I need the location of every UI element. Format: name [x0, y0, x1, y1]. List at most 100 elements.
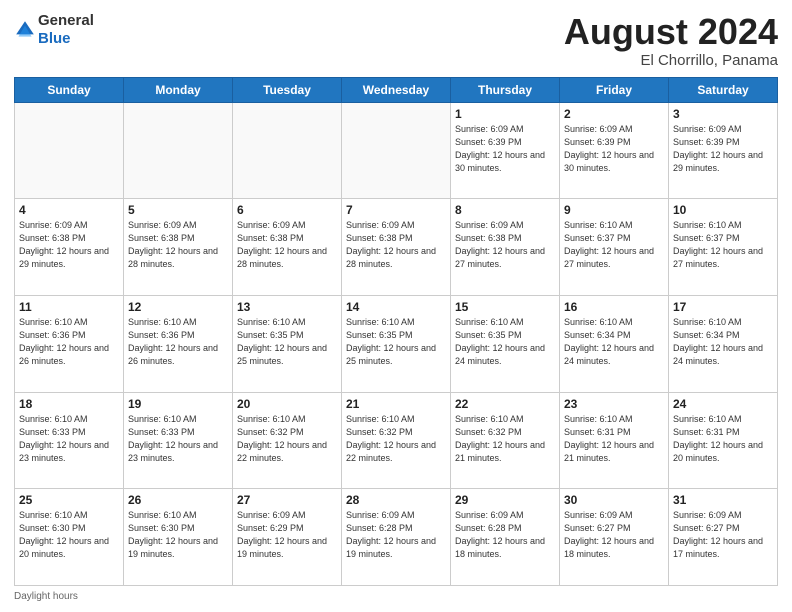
logo-general-text: General [38, 12, 94, 29]
day-info: Sunrise: 6:10 AMSunset: 6:34 PMDaylight:… [673, 316, 773, 368]
day-number: 5 [128, 203, 228, 217]
table-row: 24Sunrise: 6:10 AMSunset: 6:31 PMDayligh… [669, 392, 778, 489]
day-info: Sunrise: 6:10 AMSunset: 6:31 PMDaylight:… [673, 413, 773, 465]
col-saturday: Saturday [669, 77, 778, 102]
day-number: 30 [564, 493, 664, 507]
table-row: 3 Sunrise: 6:09 AMSunset: 6:39 PMDaylight… [669, 102, 778, 199]
table-row: 22 Sunrise: 6:10 AMSunset: 6:32 PMDayligh… [451, 392, 560, 489]
day-number: 19 [128, 397, 228, 411]
day-info: Sunrise: 6:10 AMSunset: 6:37 PMDaylight:… [564, 219, 664, 271]
table-row: 12 Sunrise: 6:10 AMSunset: 6:36 PMDayligh… [124, 295, 233, 392]
day-info: Sunrise: 6:09 AMSunset: 6:39 PMDaylight:… [673, 123, 773, 175]
col-friday: Friday [560, 77, 669, 102]
table-row: 15 Sunrise: 6:10 AMSunset: 6:35 PMDayligh… [451, 295, 560, 392]
col-monday: Monday [124, 77, 233, 102]
table-row: 11 Sunrise: 6:10 AMSunset: 6:36 PMDayligh… [15, 295, 124, 392]
title-block: August 2024 El Chorrillo, Panama [564, 12, 778, 69]
calendar-week-2: 11 Sunrise: 6:10 AMSunset: 6:36 PMDayligh… [15, 295, 778, 392]
table-row: 29 Sunrise: 6:09 AMSunset: 6:28 PMDayligh… [451, 489, 560, 586]
table-row: 28 Sunrise: 6:09 AMSunset: 6:28 PMDayligh… [342, 489, 451, 586]
day-number: 8 [455, 203, 555, 217]
day-info: Sunrise: 6:10 AMSunset: 6:34 PMDaylight:… [564, 316, 664, 368]
table-row [15, 102, 124, 199]
day-number: 31 [673, 493, 773, 507]
day-info: Sunrise: 6:09 AMSunset: 6:38 PMDaylight:… [19, 219, 119, 271]
col-sunday: Sunday [15, 77, 124, 102]
table-row: 9 Sunrise: 6:10 AMSunset: 6:37 PMDaylight… [560, 199, 669, 296]
day-info: Sunrise: 6:09 AMSunset: 6:28 PMDaylight:… [346, 509, 446, 561]
table-row: 30 Sunrise: 6:09 AMSunset: 6:27 PMDayligh… [560, 489, 669, 586]
table-row: 7Sunrise: 6:09 AMSunset: 6:38 PMDaylight… [342, 199, 451, 296]
day-number: 20 [237, 397, 337, 411]
day-number: 11 [19, 300, 119, 314]
day-info: Sunrise: 6:10 AMSunset: 6:36 PMDaylight:… [128, 316, 228, 368]
calendar-week-4: 25 Sunrise: 6:10 AMSunset: 6:30 PMDayligh… [15, 489, 778, 586]
header: General Blue August 2024 El Chorrillo, P… [14, 12, 778, 69]
table-row: 19 Sunrise: 6:10 AMSunset: 6:33 PMDayligh… [124, 392, 233, 489]
title-location: El Chorrillo, Panama [564, 52, 778, 69]
table-row: 31 Sunrise: 6:09 AMSunset: 6:27 PMDayligh… [669, 489, 778, 586]
day-number: 16 [564, 300, 664, 314]
table-row: 17 Sunrise: 6:10 AMSunset: 6:34 PMDayligh… [669, 295, 778, 392]
day-number: 7 [346, 203, 446, 217]
day-number: 14 [346, 300, 446, 314]
day-info: Sunrise: 6:10 AMSunset: 6:32 PMDaylight:… [237, 413, 337, 465]
day-info: Sunrise: 6:09 AMSunset: 6:28 PMDaylight:… [455, 509, 555, 561]
day-number: 17 [673, 300, 773, 314]
day-info: Sunrise: 6:09 AMSunset: 6:27 PMDaylight:… [564, 509, 664, 561]
day-info: Sunrise: 6:09 AMSunset: 6:38 PMDaylight:… [237, 219, 337, 271]
day-info: Sunrise: 6:09 AMSunset: 6:29 PMDaylight:… [237, 509, 337, 561]
day-number: 26 [128, 493, 228, 507]
day-info: Sunrise: 6:09 AMSunset: 6:38 PMDaylight:… [455, 219, 555, 271]
calendar-week-3: 18 Sunrise: 6:10 AMSunset: 6:33 PMDayligh… [15, 392, 778, 489]
day-number: 29 [455, 493, 555, 507]
table-row: 18 Sunrise: 6:10 AMSunset: 6:33 PMDayligh… [15, 392, 124, 489]
day-number: 3 [673, 107, 773, 121]
calendar-week-1: 4 Sunrise: 6:09 AMSunset: 6:38 PMDaylight… [15, 199, 778, 296]
day-number: 4 [19, 203, 119, 217]
day-number: 15 [455, 300, 555, 314]
table-row: 25Sunrise: 6:10 AMSunset: 6:30 PMDayligh… [15, 489, 124, 586]
calendar-header-row: Sunday Monday Tuesday Wednesday Thursday… [15, 77, 778, 102]
page: General Blue August 2024 El Chorrillo, P… [0, 0, 792, 612]
day-number: 28 [346, 493, 446, 507]
table-row: 21Sunrise: 6:10 AMSunset: 6:32 PMDayligh… [342, 392, 451, 489]
day-info: Sunrise: 6:10 AMSunset: 6:33 PMDaylight:… [128, 413, 228, 465]
table-row: 2Sunrise: 6:09 AMSunset: 6:39 PMDaylight… [560, 102, 669, 199]
table-row: 5 Sunrise: 6:09 AMSunset: 6:38 PMDaylight… [124, 199, 233, 296]
day-number: 12 [128, 300, 228, 314]
day-number: 13 [237, 300, 337, 314]
col-wednesday: Wednesday [342, 77, 451, 102]
table-row: 14Sunrise: 6:10 AMSunset: 6:35 PMDayligh… [342, 295, 451, 392]
table-row [233, 102, 342, 199]
day-info: Sunrise: 6:10 AMSunset: 6:35 PMDaylight:… [455, 316, 555, 368]
table-row [342, 102, 451, 199]
day-info: Sunrise: 6:09 AMSunset: 6:39 PMDaylight:… [564, 123, 664, 175]
day-info: Sunrise: 6:10 AMSunset: 6:36 PMDaylight:… [19, 316, 119, 368]
day-info: Sunrise: 6:09 AMSunset: 6:38 PMDaylight:… [128, 219, 228, 271]
calendar-table: Sunday Monday Tuesday Wednesday Thursday… [14, 77, 778, 586]
day-info: Sunrise: 6:09 AMSunset: 6:27 PMDaylight:… [673, 509, 773, 561]
day-number: 10 [673, 203, 773, 217]
logo-blue-text: Blue [38, 30, 71, 47]
table-row [124, 102, 233, 199]
day-info: Sunrise: 6:09 AMSunset: 6:39 PMDaylight:… [455, 123, 555, 175]
day-info: Sunrise: 6:10 AMSunset: 6:32 PMDaylight:… [455, 413, 555, 465]
day-number: 21 [346, 397, 446, 411]
day-info: Sunrise: 6:10 AMSunset: 6:31 PMDaylight:… [564, 413, 664, 465]
calendar-week-0: 1 Sunrise: 6:09 AMSunset: 6:39 PMDaylight… [15, 102, 778, 199]
table-row: 8 Sunrise: 6:09 AMSunset: 6:38 PMDaylight… [451, 199, 560, 296]
table-row: 16 Sunrise: 6:10 AMSunset: 6:34 PMDayligh… [560, 295, 669, 392]
table-row: 27Sunrise: 6:09 AMSunset: 6:29 PMDayligh… [233, 489, 342, 586]
day-number: 18 [19, 397, 119, 411]
day-number: 1 [455, 107, 555, 121]
day-info: Sunrise: 6:10 AMSunset: 6:37 PMDaylight:… [673, 219, 773, 271]
day-number: 9 [564, 203, 664, 217]
daylight-label: Daylight hours [14, 591, 78, 602]
day-number: 25 [19, 493, 119, 507]
day-number: 22 [455, 397, 555, 411]
logo-icon [14, 19, 36, 41]
day-info: Sunrise: 6:10 AMSunset: 6:30 PMDaylight:… [128, 509, 228, 561]
day-info: Sunrise: 6:10 AMSunset: 6:33 PMDaylight:… [19, 413, 119, 465]
table-row: 26 Sunrise: 6:10 AMSunset: 6:30 PMDayligh… [124, 489, 233, 586]
